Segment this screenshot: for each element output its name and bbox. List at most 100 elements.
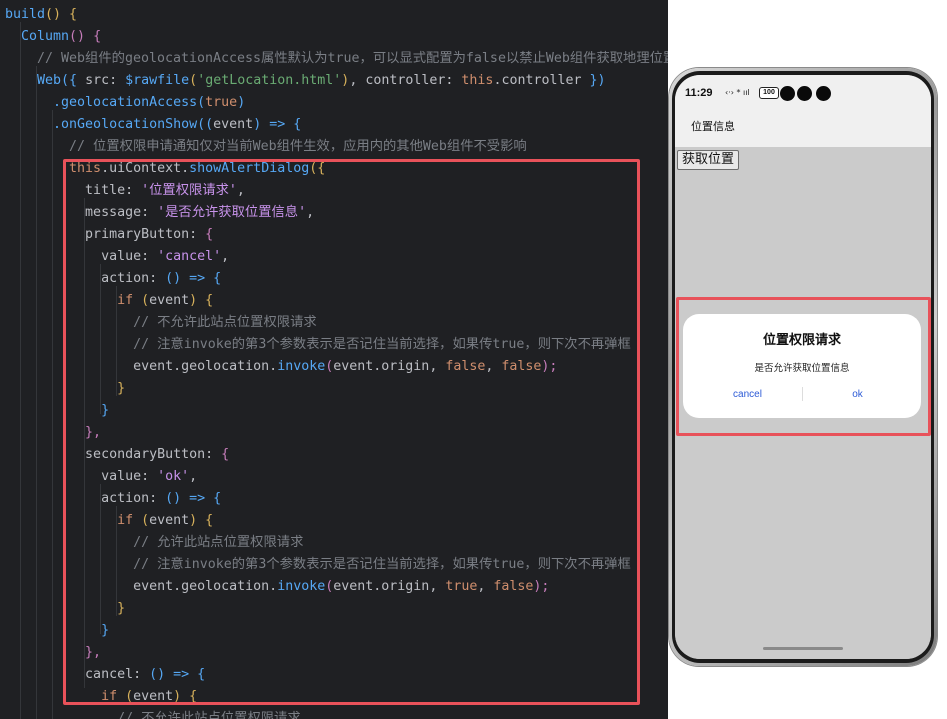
code-token: () { (45, 7, 78, 22)
camera-cutout-icon (816, 86, 831, 101)
code-line: this.uiContext.showAlertDialog({ (5, 158, 325, 180)
code-line: }, (5, 642, 101, 664)
code-token: : (149, 271, 166, 286)
code-token: }, (5, 645, 102, 660)
code-token: false (493, 579, 534, 594)
code-token: ( (197, 95, 206, 110)
code-token: } (5, 601, 126, 616)
code-token: : (109, 73, 126, 88)
code-line: build() { (5, 4, 77, 26)
camera-cutout-icon (797, 86, 812, 101)
dialog-message: 是否允许获取位置信息 (754, 363, 850, 374)
code-token: ( (125, 689, 134, 704)
code-line: title: '位置权限请求', (5, 180, 245, 202)
code-token: }) (589, 73, 606, 88)
code-token: .geolocationAccess (5, 95, 198, 110)
phone-screen: 11:29 ‹·› * ııl 100 位置信息 获取位置 位置权限请求 是否允… (675, 75, 931, 659)
code-token: , (477, 579, 494, 594)
code-token: } (5, 403, 110, 418)
status-time: 11:29 (685, 87, 713, 99)
code-token: event.origin, (333, 579, 446, 594)
code-token: '是否允许获取位置信息' (157, 205, 307, 220)
code-line: // 不允许此站点位置权限请求 (5, 312, 317, 334)
code-token: ) (237, 95, 246, 110)
code-token: true (445, 579, 478, 594)
code-token: : (149, 491, 166, 506)
code-line: cancel: () => { (5, 664, 205, 686)
code-token: // Web组件的geolocationAccess属性默认为true，可以显式… (5, 51, 668, 66)
code-token: src (85, 73, 110, 88)
code-token: value (5, 469, 142, 484)
dialog-cancel-button[interactable]: cancel (688, 386, 807, 404)
code-token: false (445, 359, 486, 374)
code-token: // 注意invoke的第3个参数表示是否记住当前选择，如果传true，则下次不… (5, 337, 631, 352)
code-line: event.geolocation.invoke(event.origin, f… (5, 356, 557, 378)
code-line: primaryButton: { (5, 224, 213, 246)
code-token: : (445, 73, 462, 88)
code-token: event (149, 293, 190, 308)
code-line: .geolocationAccess(true) (5, 92, 245, 114)
code-line: value: 'cancel', (5, 246, 229, 268)
code-line: // 注意invoke的第3个参数表示是否记住当前选择，如果传true，则下次不… (5, 334, 631, 356)
code-token: ( (141, 293, 150, 308)
code-line: // Web组件的geolocationAccess属性默认为true，可以显式… (5, 48, 668, 70)
code-token: () => { (165, 271, 222, 286)
dialog-title: 位置权限请求 (762, 333, 841, 348)
code-token: : (141, 469, 158, 484)
code-line: if (event) { (5, 290, 213, 312)
code-token: title (5, 183, 126, 198)
signal-icon: ‹·› * ııl (725, 88, 750, 97)
code-token: event (149, 513, 190, 528)
code-token: ( (189, 73, 198, 88)
code-line: message: '是否允许获取位置信息', (5, 202, 314, 224)
code-token: message (5, 205, 142, 220)
code-token: : (133, 667, 150, 682)
code-line: Web({ src: $rawfile('getLocation.html'),… (5, 70, 606, 92)
code-token: , (189, 469, 198, 484)
app-title: 位置信息 (691, 121, 735, 133)
code-token: ); (533, 579, 550, 594)
code-token: // 位置权限申请通知仅对当前Web组件生效，应用内的其他Web组件不受影响 (5, 139, 527, 154)
code-token: } (5, 623, 110, 638)
code-token: ({ (309, 161, 326, 176)
code-line: } (5, 598, 125, 620)
code-token: // 不允许此站点位置权限请求 (5, 711, 301, 719)
code-token: , (221, 249, 230, 264)
code-token: this (5, 161, 102, 176)
code-line: if (event) { (5, 686, 197, 708)
code-line: action: () => { (5, 488, 221, 510)
code-token: () => { (165, 491, 222, 506)
code-token: if (5, 293, 142, 308)
code-token: , (349, 73, 366, 88)
code-token: : (141, 205, 158, 220)
code-token: invoke (277, 579, 326, 594)
code-line: if (event) { (5, 510, 213, 532)
code-token: , (485, 359, 502, 374)
get-location-button[interactable]: 获取位置 (677, 150, 740, 170)
code-line: event.geolocation.invoke(event.origin, t… (5, 576, 549, 598)
code-editor[interactable]: build() { Column() { // Web组件的geolocatio… (0, 0, 668, 719)
alert-dialog: 位置权限请求 是否允许获取位置信息 cancel ok (683, 314, 921, 418)
code-token: action (5, 491, 150, 506)
code-line: Column() { (5, 26, 101, 48)
code-token: 'cancel' (157, 249, 222, 264)
code-token: Web (5, 73, 62, 88)
code-line: } (5, 620, 109, 642)
code-token: // 允许此站点位置权限请求 (5, 535, 304, 550)
code-token: if (5, 689, 126, 704)
code-token: ({ (61, 73, 86, 88)
code-token: action (5, 271, 150, 286)
code-line: // 位置权限申请通知仅对当前Web组件生效，应用内的其他Web组件不受影响 (5, 136, 527, 158)
home-indicator[interactable] (763, 647, 843, 650)
camera-cutout-icon (780, 86, 795, 101)
code-token: ) { (189, 513, 214, 528)
code-token: $rawfile (125, 73, 190, 88)
code-token: secondaryButton (5, 447, 206, 462)
code-token: ) => { (253, 117, 302, 132)
code-token: .uiContext. (101, 161, 190, 176)
dialog-ok-button[interactable]: ok (798, 386, 917, 404)
code-token: { (205, 227, 214, 242)
code-token: if (5, 513, 142, 528)
code-token: : (205, 447, 222, 462)
code-token: () => { (149, 667, 206, 682)
